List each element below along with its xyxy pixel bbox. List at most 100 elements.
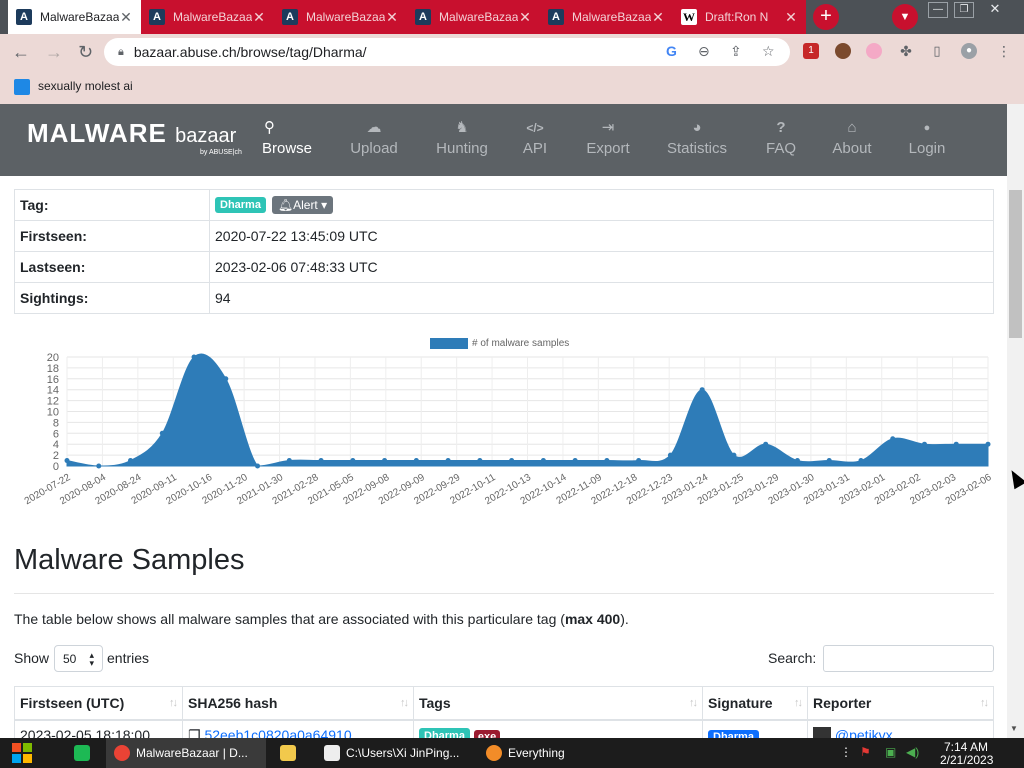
column-header-tags[interactable]: Tags ↑↓ — [413, 686, 703, 721]
close-icon[interactable]: ✕ — [784, 9, 798, 26]
profile-avatar-icon[interactable]: ● — [961, 43, 977, 59]
y-tick-label: 0 — [53, 461, 59, 473]
y-tick-label: 12 — [47, 396, 59, 408]
kebab-menu-icon[interactable]: ⋮ — [996, 43, 1012, 59]
nav-label: Export — [586, 140, 630, 157]
cloud-upload-icon: ☁ — [366, 119, 382, 136]
y-tick-label: 8 — [53, 417, 59, 429]
updown-icon: ▴ ▾ — [89, 650, 94, 668]
back-icon[interactable]: ← — [12, 42, 30, 62]
malwarebazaar-favicon-icon: A — [16, 9, 32, 25]
scroll-down-arrow-icon[interactable]: ▼ — [1010, 724, 1018, 733]
zoom-icon[interactable]: ⊖ — [698, 43, 710, 60]
tag-info-table: Tag: Dharma 🔔︎Alert ▾ Firstseen: 2020-07… — [14, 189, 994, 314]
address-bar[interactable]: 🔒︎ bazaar.abuse.ch/browse/tag/Dharma/ G … — [104, 38, 790, 66]
nav-about[interactable]: ⌂ About — [830, 118, 874, 166]
close-icon[interactable]: ✕ — [119, 9, 133, 26]
bookmark-star-icon[interactable]: ☆ — [762, 43, 775, 60]
bookmark-item[interactable]: sexually molest ai — [38, 79, 133, 93]
alert-dropdown-button[interactable]: 🔔︎Alert ▾ — [271, 196, 334, 215]
nav-faq[interactable]: ? FAQ — [762, 118, 800, 166]
sort-icon: ↑↓ — [794, 697, 803, 709]
nav-upload[interactable]: ☁ Upload — [347, 118, 401, 166]
minimize-icon[interactable]: — — [928, 2, 948, 18]
puzzle-icon[interactable]: ✤ — [898, 43, 914, 59]
flag-icon[interactable]: ⚑ — [860, 745, 871, 759]
taskbar-label: Everything — [508, 746, 565, 760]
lock-icon[interactable]: 🔒︎ — [118, 46, 124, 59]
browser-tab[interactable]: A MalwareBazaar ✕ — [8, 0, 141, 34]
search-input[interactable] — [823, 645, 994, 672]
malwarebazaar-favicon-icon: A — [282, 9, 298, 25]
close-icon[interactable]: ✕ — [385, 9, 399, 26]
tab-search-button[interactable]: ▼ — [892, 4, 918, 30]
new-tab-button[interactable]: + — [813, 4, 839, 30]
restore-icon[interactable]: ❐ — [954, 2, 974, 18]
profile-extension-icon[interactable] — [835, 43, 851, 59]
nav-login[interactable]: ● Login — [907, 118, 947, 166]
taskbar-app[interactable] — [66, 738, 102, 768]
network-icon[interactable]: ▣ — [885, 745, 896, 759]
nav-api[interactable]: </> API — [518, 118, 552, 166]
nav-label: Login — [908, 140, 946, 157]
close-icon[interactable]: ✕ — [651, 9, 665, 26]
column-header-sha256[interactable]: SHA256 hash ↑↓ — [182, 686, 414, 721]
google-icon[interactable]: G — [666, 43, 677, 59]
y-tick-label: 20 — [47, 352, 59, 364]
nav-browse[interactable]: ⚲ Browse — [262, 118, 312, 166]
nav-label: Upload — [350, 140, 398, 157]
malwarebazaar-favicon-icon: A — [548, 9, 564, 25]
taskbar-item-everything[interactable]: Everything — [478, 738, 578, 768]
volume-icon[interactable]: ◀) — [906, 745, 919, 759]
close-icon[interactable]: ✕ — [252, 9, 266, 26]
clock-time[interactable]: 7:14 AM — [944, 740, 988, 754]
tab-title: MalwareBazaar — [173, 10, 252, 24]
app-icon — [74, 745, 90, 761]
taskbar-item-chrome[interactable]: MalwareBazaar | D... — [106, 738, 266, 768]
tray-overflow-icon[interactable]: ⋮ — [840, 745, 852, 759]
taskbar-item-terminal[interactable]: C:\Users\Xi JinPing... — [316, 738, 470, 768]
table-row: Lastseen: 2023-02-06 07:48:33 UTC — [14, 251, 994, 283]
tag-badge[interactable]: Dharma — [215, 197, 266, 214]
windows-start-icon[interactable] — [12, 743, 32, 763]
data-point — [572, 458, 578, 464]
side-panel-icon[interactable]: ▯ — [929, 43, 945, 59]
column-header-signature[interactable]: Signature ↑↓ — [702, 686, 808, 721]
y-tick-label: 18 — [47, 363, 59, 375]
malwarebazaar-favicon-icon: A — [415, 9, 431, 25]
data-point — [413, 458, 419, 464]
column-label: Reporter — [813, 694, 872, 711]
data-point — [699, 387, 705, 393]
scrollbar-thumb[interactable] — [1009, 190, 1022, 338]
page-size-select[interactable]: 50 ▴ ▾ — [54, 645, 103, 672]
clock-date[interactable]: 2/21/2023 — [940, 753, 993, 767]
site-logo[interactable]: MALWARE bazaar — [27, 118, 236, 149]
browser-tab[interactable]: W Draft:Ron N ✕ — [673, 0, 806, 34]
extension-icon[interactable] — [866, 43, 882, 59]
reload-icon[interactable]: ↻ — [78, 42, 93, 62]
y-tick-label: 10 — [47, 407, 59, 419]
divider — [14, 593, 994, 594]
forward-icon[interactable]: → — [45, 42, 63, 62]
tab-title: MalwareBazaar — [306, 10, 385, 24]
nav-hunting[interactable]: ♞ Hunting — [434, 118, 490, 166]
browser-tab[interactable]: A MalwareBazaar ✕ — [141, 0, 274, 34]
legend-label: # of malware samples — [472, 338, 569, 349]
data-point — [794, 458, 800, 464]
column-header-reporter[interactable]: Reporter ↑↓ — [807, 686, 994, 721]
column-header-firstseen[interactable]: Firstseen (UTC) ↑↓ — [14, 686, 183, 721]
browser-tab[interactable]: A MalwareBazaar ✕ — [407, 0, 540, 34]
bookmarks-bar: sexually molest ai — [0, 70, 1024, 104]
share-icon[interactable]: ⇪ — [730, 43, 742, 60]
nav-statistics[interactable]: ◕ Statistics — [664, 118, 730, 166]
browser-tab[interactable]: A MalwareBazaar ✕ — [274, 0, 407, 34]
close-window-icon[interactable]: ✕ — [985, 2, 1005, 18]
description-bold: max 400 — [564, 611, 621, 627]
browser-tab[interactable]: A MalwareBazaar ✕ — [540, 0, 673, 34]
close-icon[interactable]: ✕ — [518, 9, 532, 26]
ublock-extension-icon[interactable]: 1 — [803, 43, 819, 59]
taskbar-item-explorer[interactable] — [272, 738, 308, 768]
question-icon: ? — [776, 119, 786, 136]
data-point — [763, 441, 769, 447]
nav-export[interactable]: ⇥ Export — [584, 118, 632, 166]
